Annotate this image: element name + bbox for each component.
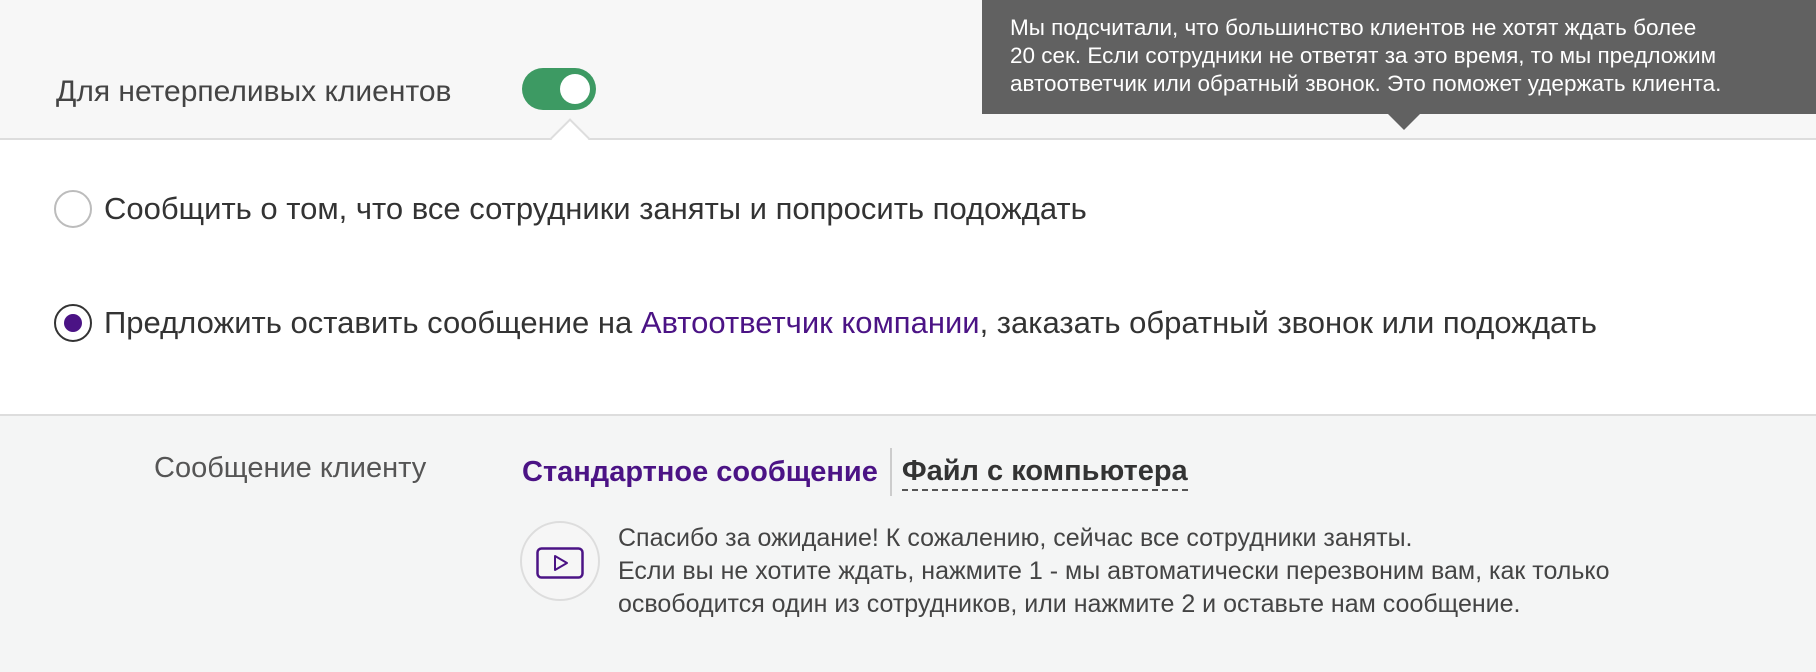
impatient-clients-label: Для нетерпеливых клиентов	[56, 75, 452, 108]
tooltip-arrow	[1388, 114, 1420, 130]
info-tooltip: Мы подсчитали, что большинство клиентов …	[982, 0, 1816, 114]
option-wait-message-label: Сообщить о том, что все сотрудники занят…	[104, 191, 1087, 226]
option-voicemail[interactable]: Предложить оставить сообщение на Автоотв…	[54, 304, 1597, 342]
option-wait-message[interactable]: Сообщить о том, что все сотрудники занят…	[54, 190, 1087, 228]
tab-file-from-computer[interactable]: Файл с компьютера	[901, 453, 1188, 491]
options-panel	[0, 138, 1816, 416]
tab-standard-message[interactable]: Стандартное сообщение	[522, 452, 890, 492]
impatient-clients-toggle[interactable]	[522, 68, 596, 110]
radio-wait-message[interactable]	[54, 190, 92, 228]
tooltip-line: 20 сек. Если сотрудники не ответят за эт…	[1010, 43, 1717, 68]
tooltip-line: автоответчик или обратный звонок. Это по…	[1010, 71, 1722, 96]
option-voicemail-label: Предложить оставить сообщение на Автоотв…	[104, 304, 1597, 342]
option-voicemail-text-after: , заказать обратный звонок или подождать	[979, 305, 1597, 340]
message-line: Спасибо за ожидание! К сожалению, сейчас…	[618, 524, 1413, 552]
settings-screen: Для нетерпеливых клиентов Сообщить о том…	[0, 0, 1816, 672]
tab-divider	[889, 448, 892, 496]
tooltip-line: Мы подсчитали, что большинство клиентов …	[1010, 15, 1697, 40]
company-voicemail-link[interactable]: Автоответчик компании	[641, 305, 980, 340]
toggle-knob	[560, 74, 590, 104]
play-icon	[536, 547, 584, 579]
message-line: Если вы не хотите ждать, нажмите 1 - мы …	[618, 557, 1610, 585]
message-line: освободится один из сотрудников, или наж…	[618, 590, 1521, 618]
standard-message-text: Спасибо за ожидание! К сожалению, сейчас…	[618, 522, 1610, 621]
option-voicemail-text-before: Предложить оставить сообщение на	[104, 305, 641, 340]
play-message-button[interactable]	[520, 521, 600, 601]
client-message-label: Сообщение клиенту	[154, 452, 427, 484]
message-source-tabs: Стандартное сообщение Файл с компьютера	[522, 448, 1188, 496]
radio-voicemail[interactable]	[54, 304, 92, 342]
